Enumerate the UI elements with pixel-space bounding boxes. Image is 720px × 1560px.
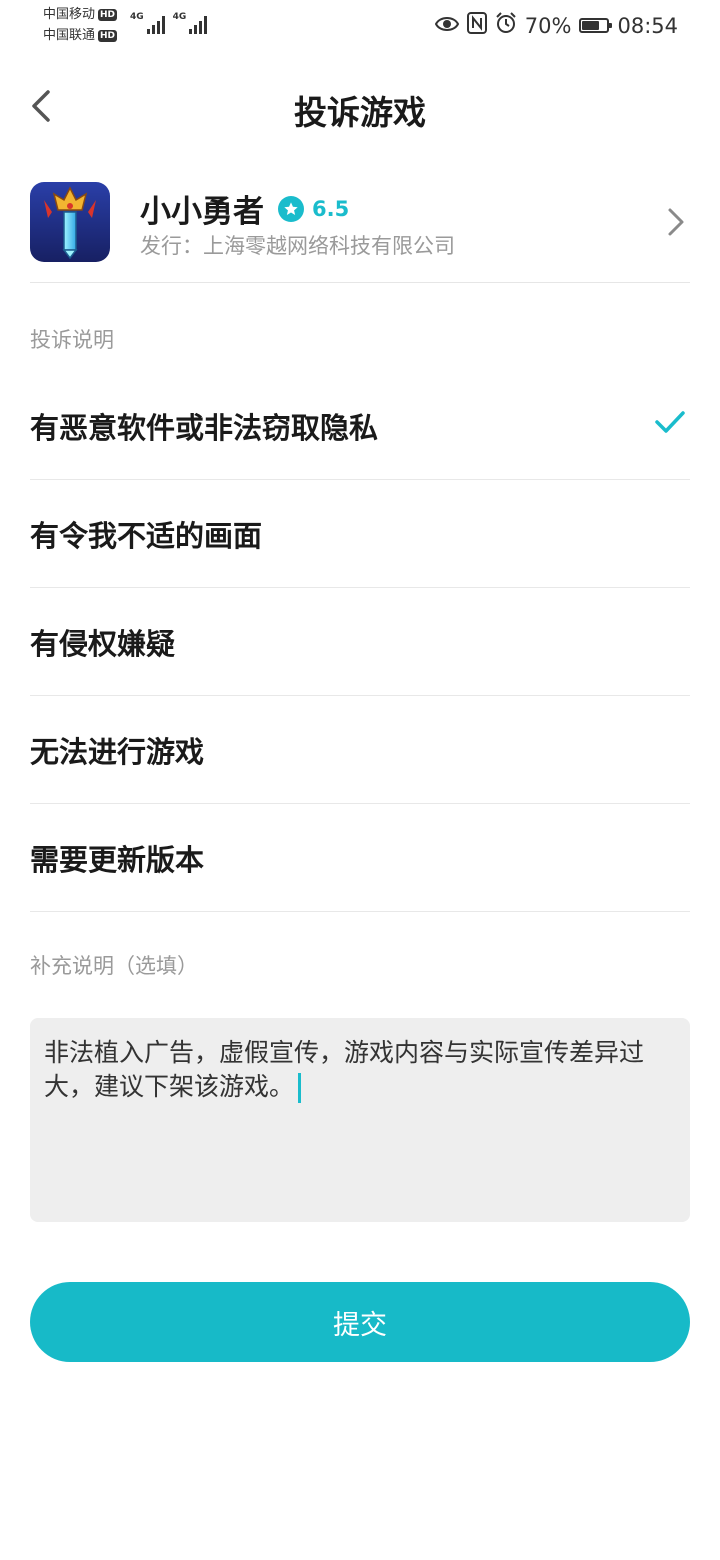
complaint-options: 有恶意软件或非法窃取隐私 有令我不适的画面 有侵权嫌疑 无法进行游戏 需要更新版… <box>30 372 690 912</box>
signal-icon: 4G <box>173 12 208 34</box>
star-icon <box>278 195 304 222</box>
complaint-option[interactable]: 有令我不适的画面 <box>30 480 690 588</box>
option-label: 需要更新版本 <box>30 842 205 877</box>
game-rating: 6.5 <box>278 195 350 222</box>
option-label: 无法进行游戏 <box>30 734 205 769</box>
alarm-icon <box>495 12 517 39</box>
battery-icon <box>579 18 613 33</box>
hd-badge: HD <box>98 29 118 42</box>
complaint-option[interactable]: 需要更新版本 <box>30 804 690 912</box>
supplement-section-label: 补充说明（选填） <box>30 954 198 978</box>
nfc-icon <box>466 12 487 39</box>
supplement-text: 非法植入广告，虚假宣传，游戏内容与实际宣传差异过大，建议下架该游戏。 <box>44 1038 645 1101</box>
submit-button[interactable]: 提交 <box>30 1282 690 1362</box>
game-icon <box>30 182 110 262</box>
option-label: 有令我不适的画面 <box>30 518 263 553</box>
supplement-textarea[interactable]: 非法植入广告，虚假宣传，游戏内容与实际宣传差异过大，建议下架该游戏。 <box>30 1018 690 1222</box>
hd-badge: HD <box>98 8 118 21</box>
signal-indicators: 4G 4G <box>130 12 208 34</box>
complaint-option[interactable]: 无法进行游戏 <box>30 696 690 804</box>
signal-icon: 4G <box>130 12 165 34</box>
header: 投诉游戏 <box>0 70 720 142</box>
eye-icon <box>434 14 459 38</box>
status-icons: 70% 08:54 <box>434 12 678 39</box>
carrier-info: 中国移动 HD 中国联通 HD <box>43 4 118 46</box>
option-label: 有恶意软件或非法窃取隐私 <box>30 410 379 445</box>
status-bar: 中国移动 HD 中国联通 HD 4G 4G 70% 08:54 <box>0 0 720 52</box>
complaint-option[interactable]: 有侵权嫌疑 <box>30 588 690 696</box>
game-publisher: 发行：上海零越网络科技有限公司 <box>140 234 455 258</box>
complaint-option[interactable]: 有恶意软件或非法窃取隐私 <box>30 372 690 480</box>
game-name: 小小勇者 <box>140 194 264 230</box>
clock: 08:54 <box>617 13 678 38</box>
rating-value: 6.5 <box>312 196 350 221</box>
carrier-1: 中国移动 <box>43 7 96 22</box>
game-title-row: 小小勇者 6.5 <box>140 186 349 231</box>
carrier-2: 中国联通 <box>43 28 96 43</box>
complaint-section-label: 投诉说明 <box>30 328 114 352</box>
option-label: 有侵权嫌疑 <box>30 626 176 661</box>
game-card[interactable]: 小小勇者 6.5 发行：上海零越网络科技有限公司 <box>30 180 690 283</box>
text-cursor <box>298 1073 302 1103</box>
chevron-right-icon <box>666 206 686 242</box>
page-title: 投诉游戏 <box>294 93 426 132</box>
battery-percent: 70% <box>524 13 572 38</box>
check-icon <box>654 410 686 438</box>
